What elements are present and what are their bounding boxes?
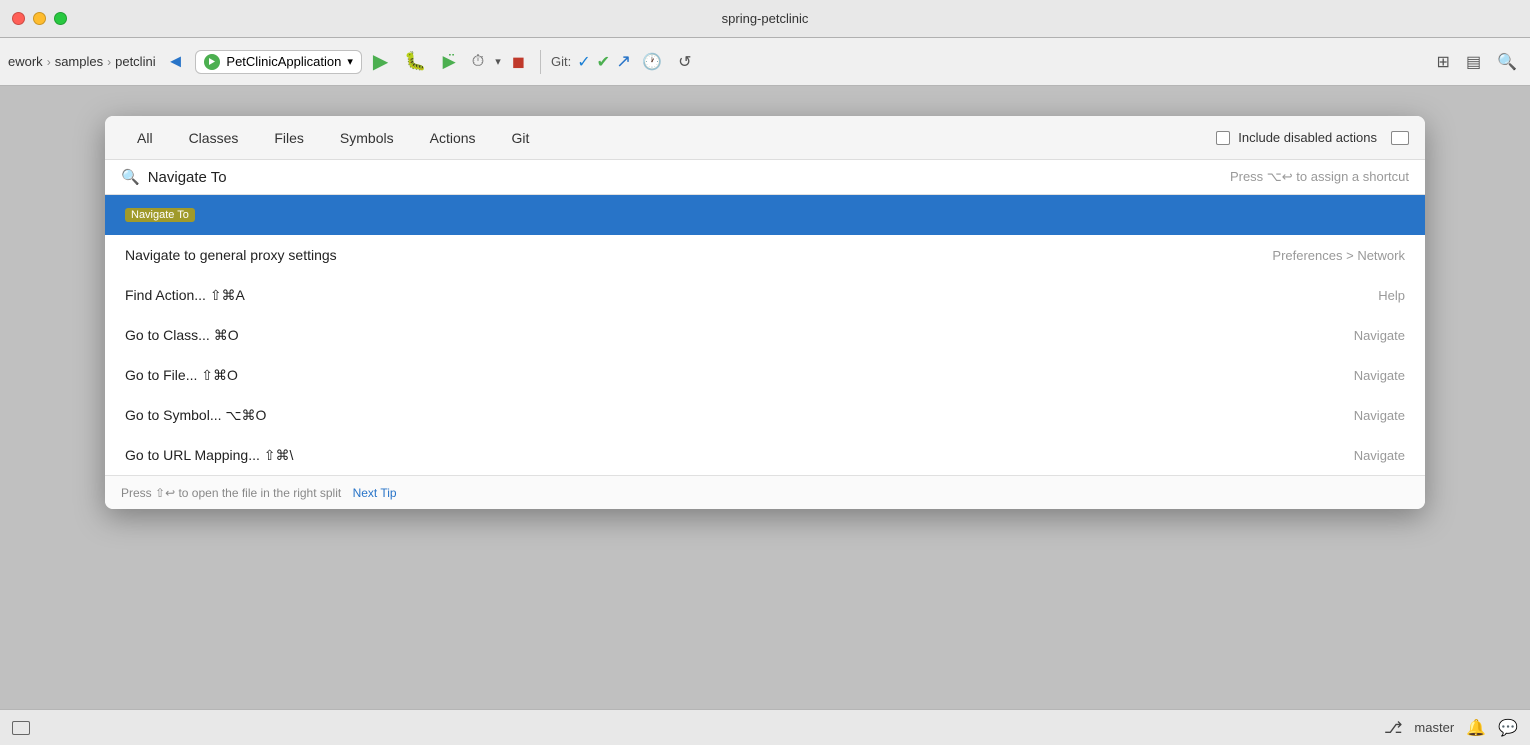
result-category: Preferences > Network: [1272, 248, 1405, 263]
window-controls: [12, 12, 67, 25]
tab-classes[interactable]: Classes: [173, 122, 255, 154]
include-disabled-container: Include disabled actions: [1216, 130, 1377, 145]
debug-button[interactable]: 🐛: [399, 48, 431, 75]
status-bar: ⎇ master 🔔 💬: [0, 709, 1530, 745]
status-right: ⎇ master 🔔 💬: [1384, 718, 1518, 738]
result-item[interactable]: Navigate to general proxy settings Prefe…: [105, 235, 1425, 275]
project-structure-icon[interactable]: ⊞: [1432, 49, 1455, 75]
search-popup: All Classes Files Symbols Actions Git In…: [105, 116, 1425, 509]
breadcrumb: ework › samples › petclini: [8, 54, 156, 69]
result-item[interactable]: Navigate To: [105, 195, 1425, 235]
run-config-label: PetClinicApplication: [226, 54, 341, 69]
git-commit-icon[interactable]: ✔: [597, 52, 610, 72]
run-button[interactable]: ▶: [368, 46, 393, 77]
result-category: Help: [1378, 288, 1405, 303]
window-title: spring-petclinic: [722, 11, 809, 26]
stop-button[interactable]: ◼: [507, 49, 530, 75]
tab-files[interactable]: Files: [258, 122, 320, 154]
popup-footer: Press ⇧↩ to open the file in the right s…: [105, 475, 1425, 509]
run-config-selector[interactable]: PetClinicApplication ▾: [195, 50, 361, 74]
result-item[interactable]: Go to Symbol... ⌥⌘O Navigate: [105, 395, 1425, 435]
result-item-name: Go to URL Mapping... ⇧⌘\: [125, 447, 1354, 464]
result-item[interactable]: Find Action... ⇧⌘A Help: [105, 275, 1425, 315]
title-bar: spring-petclinic: [0, 0, 1530, 38]
result-item-name: Navigate To: [125, 208, 1405, 222]
preview-toggle[interactable]: [1391, 131, 1409, 145]
breadcrumb-part3: petclini: [115, 54, 155, 69]
back-button[interactable]: ◄: [162, 48, 190, 75]
profiler-dropdown[interactable]: ▾: [495, 55, 501, 68]
tab-git[interactable]: Git: [496, 122, 546, 154]
result-label: Go to Class... ⌘O: [125, 327, 239, 344]
minimize-button[interactable]: [33, 12, 46, 25]
next-tip-link[interactable]: Next Tip: [353, 486, 397, 500]
maximize-button[interactable]: [54, 12, 67, 25]
search-everywhere-icon[interactable]: 🔍: [1492, 49, 1522, 75]
result-item-name: Find Action... ⇧⌘A: [125, 287, 1378, 304]
footer-tip: Press ⇧↩ to open the file in the right s…: [121, 486, 341, 500]
tab-symbols[interactable]: Symbols: [324, 122, 410, 154]
run-config-icon: [204, 54, 220, 70]
shortcut-hint: Press ⌥↩ to assign a shortcut: [1230, 169, 1409, 185]
git-push-icon[interactable]: ↗: [616, 51, 631, 72]
run-config-dropdown-icon: ▾: [347, 55, 353, 68]
git-revert-icon[interactable]: ↺: [673, 49, 696, 75]
git-label: Git:: [551, 54, 571, 69]
result-label: Go to Symbol... ⌥⌘O: [125, 407, 266, 424]
main-area: All Classes Files Symbols Actions Git In…: [0, 86, 1530, 709]
result-label: Go to File... ⇧⌘O: [125, 367, 238, 384]
profiler-button[interactable]: ⏱: [467, 50, 489, 74]
notifications-icon[interactable]: 🔔: [1466, 718, 1486, 738]
results-list: Navigate To Navigate to general proxy se…: [105, 195, 1425, 475]
git-branch-label[interactable]: master: [1414, 720, 1454, 735]
popup-tabs: All Classes Files Symbols Actions Git In…: [105, 116, 1425, 160]
result-item[interactable]: Go to Class... ⌘O Navigate: [105, 315, 1425, 355]
result-item-name: Navigate to general proxy settings: [125, 247, 1272, 263]
search-status-icon[interactable]: 💬: [1498, 718, 1518, 738]
include-disabled-label: Include disabled actions: [1238, 130, 1377, 145]
toolbar: ework › samples › petclini ◄ PetClinicAp…: [0, 38, 1530, 86]
result-item[interactable]: Go to File... ⇧⌘O Navigate: [105, 355, 1425, 395]
ide-settings-icon[interactable]: ▤: [1461, 49, 1486, 75]
result-label: Go to URL Mapping... ⇧⌘\: [125, 447, 293, 464]
result-label: Find Action... ⇧⌘A: [125, 287, 245, 304]
search-icon: 🔍: [121, 168, 140, 186]
result-label: Navigate to general proxy settings: [125, 247, 337, 263]
tab-all[interactable]: All: [121, 122, 169, 154]
breadcrumb-part2: samples: [55, 54, 103, 69]
coverage-button[interactable]: ▶̈: [438, 49, 461, 75]
include-disabled-checkbox[interactable]: [1216, 131, 1230, 145]
toolbar-divider-1: [540, 50, 541, 74]
status-left: [12, 721, 30, 735]
search-bar: 🔍 Press ⌥↩ to assign a shortcut: [105, 160, 1425, 195]
result-item-name: Go to Class... ⌘O: [125, 327, 1354, 344]
git-update-icon[interactable]: ✓: [577, 52, 590, 72]
result-category: Navigate: [1354, 328, 1405, 343]
result-item-name: Go to File... ⇧⌘O: [125, 367, 1354, 384]
close-button[interactable]: [12, 12, 25, 25]
git-branch-icon: ⎇: [1384, 718, 1402, 738]
result-category: Navigate: [1354, 448, 1405, 463]
breadcrumb-part1: ework: [8, 54, 43, 69]
tab-actions[interactable]: Actions: [414, 122, 492, 154]
result-category: Navigate: [1354, 368, 1405, 383]
result-item[interactable]: Go to URL Mapping... ⇧⌘\ Navigate: [105, 435, 1425, 475]
layout-icon[interactable]: [12, 721, 30, 735]
result-item-name: Go to Symbol... ⌥⌘O: [125, 407, 1354, 424]
footer-spacer: [345, 486, 348, 500]
result-badge: Navigate To: [125, 208, 195, 222]
result-category: Navigate: [1354, 408, 1405, 423]
search-input[interactable]: [148, 169, 1222, 186]
git-history-icon[interactable]: 🕐: [637, 49, 667, 75]
